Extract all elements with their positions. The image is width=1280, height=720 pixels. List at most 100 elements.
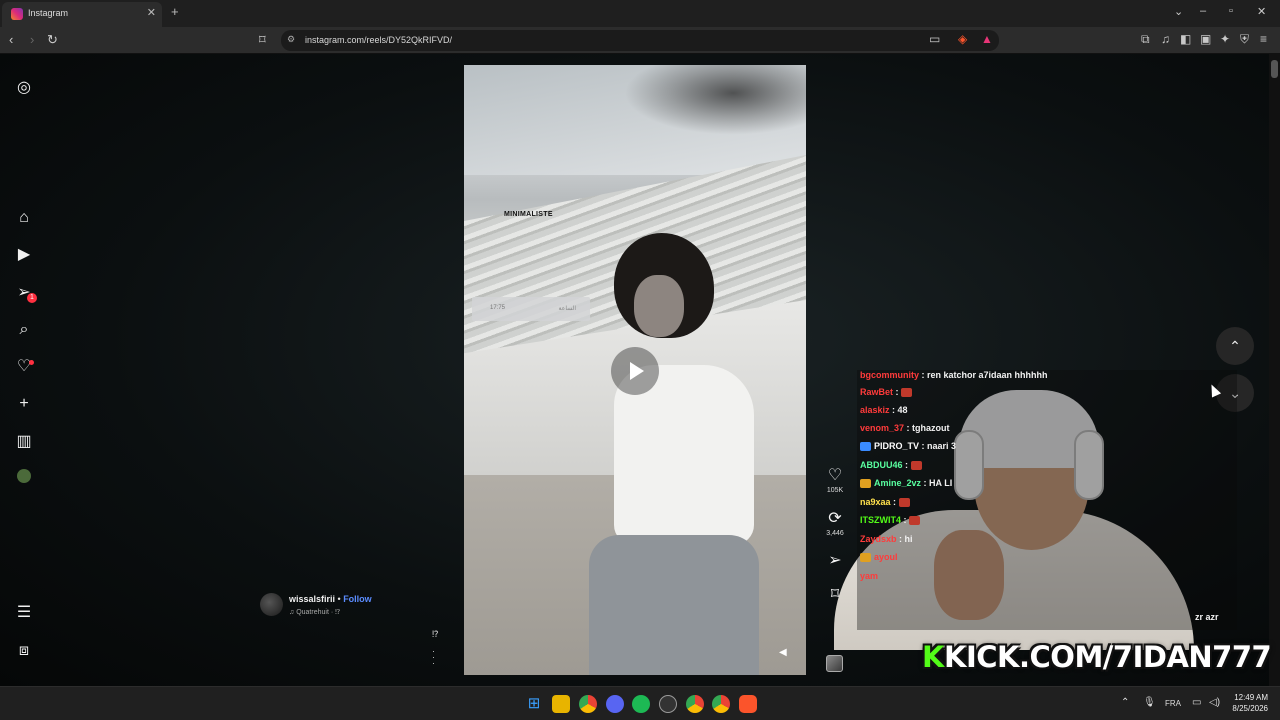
phone-label: الساعة <box>558 306 576 312</box>
chat-message: RawBet : <box>860 387 913 398</box>
video-phone-overlay: 17:75 الساعة <box>472 297 590 321</box>
close-tab-icon[interactable]: ✕ <box>147 6 156 19</box>
also-from-meta-icon[interactable]: ⧈ <box>14 641 34 661</box>
search-icon[interactable]: ⌕ <box>14 320 34 340</box>
chat-message: yam <box>860 571 878 581</box>
chat-username[interactable]: Zaydsxb <box>860 534 897 544</box>
chat-username[interactable]: na9xaa <box>860 497 891 507</box>
scrollbar-thumb[interactable] <box>1271 60 1278 78</box>
instagram-favicon-icon <box>11 8 23 20</box>
phone-time: 17:75 <box>490 305 506 311</box>
video-tree <box>624 65 806 135</box>
cast-icon[interactable]: ▭ <box>929 32 940 46</box>
chat-text: : 48 <box>889 405 908 415</box>
forward-icon[interactable]: › <box>30 32 34 47</box>
chat-username[interactable]: bgcommunity <box>860 370 919 380</box>
chat-username[interactable]: ITSZWIT4 <box>860 515 901 525</box>
chat-text: : <box>890 497 899 507</box>
home-icon[interactable]: ⌂ <box>14 208 34 228</box>
minimize-icon[interactable]: – <box>1200 5 1206 17</box>
menu-icon[interactable]: ≡ <box>1260 32 1267 46</box>
back-icon[interactable]: ‹ <box>9 32 13 47</box>
chat-message: bgcommunity : ren katchor a7idaan hhhhhh <box>860 370 1048 380</box>
url-bar[interactable]: ⚙ instagram.com/reels/DY52QkRIFVD/ <box>281 30 999 51</box>
sidebar-toggle-icon[interactable]: ◧ <box>1180 32 1191 46</box>
brave-rewards-icon[interactable]: ▲ <box>981 32 993 46</box>
kick-logo-icon: K <box>922 640 944 674</box>
chrome-profile-icon[interactable] <box>686 695 704 713</box>
chat-message: ITSZWIT4 : <box>860 515 920 526</box>
brave-shields-icon[interactable]: ◈ <box>958 32 967 46</box>
window-close-icon[interactable]: ✕ <box>1257 5 1266 18</box>
tray-overflow-icon[interactable]: ⌃ <box>1121 697 1129 708</box>
dashboard-icon[interactable]: ▥ <box>14 432 34 452</box>
chat-trailing-text: zr azr <box>1195 612 1219 622</box>
chrome-icon[interactable] <box>579 695 597 713</box>
site-info-icon[interactable]: ⚙ <box>287 34 295 45</box>
profile-avatar[interactable] <box>17 469 31 483</box>
chat-username[interactable]: alaskiz <box>860 405 890 415</box>
mute-icon[interactable]: ◀︎ <box>779 647 787 658</box>
chat-username[interactable]: venom_37 <box>860 423 904 433</box>
maximize-icon[interactable]: ▫ <box>1229 5 1233 17</box>
discord-icon[interactable] <box>606 695 624 713</box>
chat-username[interactable]: PIDRO_TV <box>874 441 919 451</box>
audio-label[interactable]: ♫ Quatrehuit · ⁉︎ <box>289 608 340 616</box>
reel-video[interactable]: MINIMALISTE 17:75 الساعة ◀︎ <box>464 65 806 675</box>
follow-button[interactable]: Follow <box>343 594 372 604</box>
author-line: wissalsfirii • Follow <box>289 594 372 604</box>
chat-message: venom_37 : tghazout <box>860 423 950 433</box>
chat-message: na9xaa : <box>860 497 910 508</box>
brave-icon[interactable] <box>739 695 757 713</box>
audio-thumbnail[interactable] <box>826 655 843 672</box>
video-overlay-text: MINIMALISTE <box>504 211 553 218</box>
chat-username[interactable]: Amine_2vz <box>874 478 921 488</box>
page-scrollbar[interactable] <box>1269 54 1280 686</box>
obs-icon[interactable] <box>659 695 677 713</box>
notifications-dot <box>29 360 34 365</box>
language-indicator[interactable]: FRA <box>1165 699 1181 708</box>
wallet-icon[interactable]: ▣ <box>1200 32 1211 46</box>
instagram-logo-icon[interactable]: ◎ <box>14 78 34 98</box>
audio-name: Quatrehuit · ⁉︎ <box>296 609 341 616</box>
chat-username[interactable]: ayoul <box>874 552 898 562</box>
video-person-face <box>634 275 684 337</box>
microphone-icon[interactable]: 🎙︎ <box>1143 697 1156 708</box>
tab-search-icon[interactable]: ⌄ <box>1174 5 1183 18</box>
author-username[interactable]: wissalsfirii <box>289 594 335 604</box>
help-mark[interactable]: ⁉︎ <box>432 629 439 640</box>
chat-text: : tghazout <box>904 423 950 433</box>
more-options-icon[interactable]: · · · <box>432 647 435 668</box>
play-button[interactable] <box>611 347 659 395</box>
media-icon[interactable]: ♫ <box>1161 32 1170 46</box>
create-plus-icon[interactable]: + <box>14 394 34 414</box>
chrome-profile-2-icon[interactable] <box>712 695 730 713</box>
clock-time: 12:49 AM <box>1234 693 1268 702</box>
previous-reel-button[interactable]: ⌃ <box>1216 327 1254 365</box>
vpn-icon[interactable]: ⛨ <box>1240 32 1249 47</box>
taskbar-clock[interactable]: 12:49 AM 8/25/2026 <box>1228 692 1268 714</box>
start-icon[interactable]: ⊞ <box>525 695 543 713</box>
stream-chat: bgcommunity : ren katchor a7idaan hhhhhh… <box>857 370 1237 630</box>
tab-title: Instagram <box>28 8 69 18</box>
file-explorer-icon[interactable] <box>552 695 570 713</box>
tab-instagram[interactable]: Instagram ✕ <box>2 2 162 27</box>
author-avatar[interactable] <box>260 593 283 616</box>
chat-text: : hi <box>896 534 913 544</box>
more-menu-icon[interactable]: ☰ <box>14 603 34 623</box>
chat-badge-icon <box>860 553 871 563</box>
chat-username[interactable]: RawBet <box>860 387 893 397</box>
spotify-icon[interactable] <box>632 695 650 713</box>
reels-icon[interactable]: ▶ <box>14 245 34 265</box>
chat-message: Zaydsxb : hi <box>860 534 913 544</box>
bookmark-icon[interactable]: ⌑ <box>259 32 266 48</box>
chat-emote-icon <box>901 388 913 398</box>
extensions-icon[interactable]: ⧉ <box>1141 32 1150 47</box>
chat-username[interactable]: yam <box>860 571 878 581</box>
network-icon[interactable]: ▭ <box>1192 697 1201 708</box>
new-tab-button[interactable]: + <box>171 4 179 19</box>
leo-ai-icon[interactable]: ✦ <box>1220 32 1230 46</box>
chat-username[interactable]: ABDUU46 <box>860 460 903 470</box>
volume-icon[interactable]: ◁) <box>1209 697 1220 708</box>
reload-icon[interactable]: ↻ <box>47 32 58 48</box>
